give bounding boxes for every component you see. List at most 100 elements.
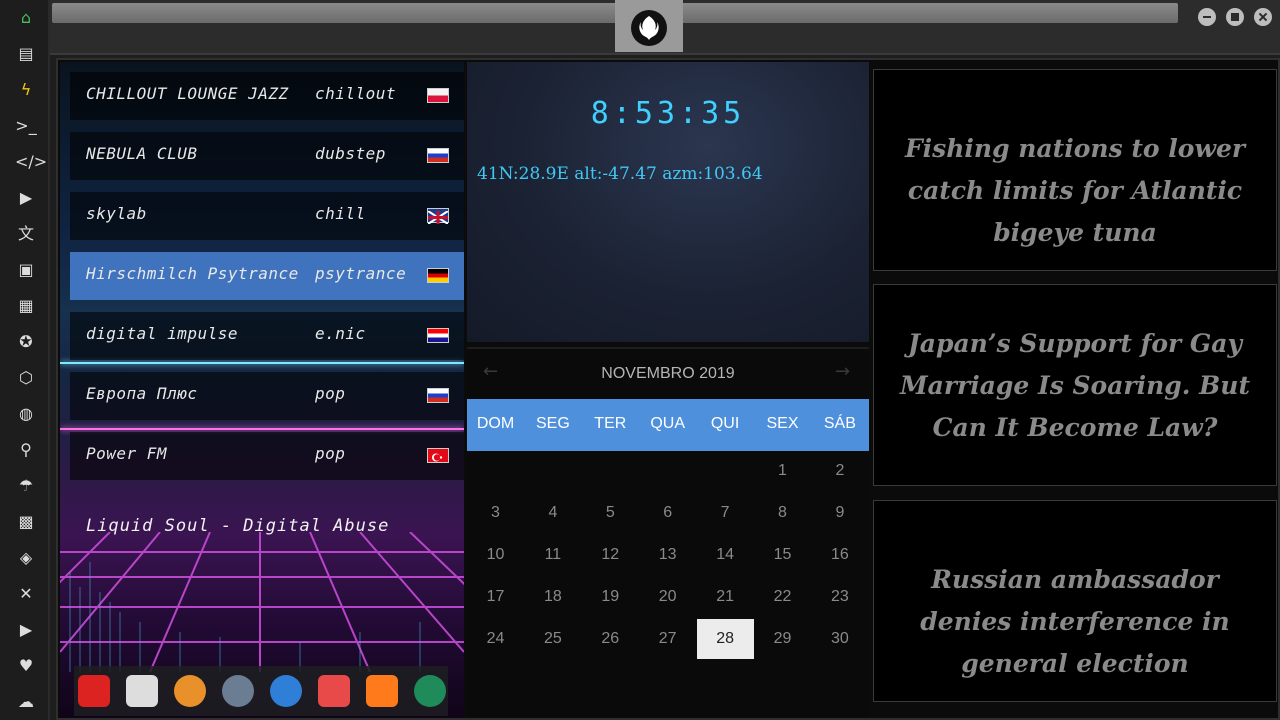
weekday-label: SEX (766, 415, 799, 432)
weekday-label: DOM (476, 415, 515, 432)
calendar-day[interactable]: 4 (524, 493, 581, 533)
code-icon[interactable]: </> (15, 151, 47, 173)
globe-app-icon[interactable] (270, 675, 302, 707)
app-dock (74, 666, 448, 716)
arrow-app-icon[interactable] (366, 675, 398, 707)
station-name: digital impulse (86, 324, 238, 343)
calendar-day[interactable]: 6 (639, 493, 696, 533)
news-icon[interactable]: ▦ (15, 295, 37, 317)
calendar-day[interactable]: 17 (467, 577, 524, 617)
globe-icon[interactable]: ◍ (15, 403, 37, 425)
search-app-icon[interactable] (174, 675, 206, 707)
flag-germany-icon (427, 268, 449, 283)
next-month-button[interactable]: → (835, 361, 850, 382)
calendar-day[interactable]: 28 (696, 619, 754, 659)
station-row[interactable]: Европа Плюс pop (70, 372, 464, 420)
glow-line (60, 428, 464, 430)
news-headline[interactable]: Fishing nations to lower catch limits fo… (884, 128, 1266, 254)
station-genre: e.nic (315, 324, 366, 343)
cloud-icon[interactable]: ☁ (15, 691, 37, 713)
calendar-day[interactable]: 7 (697, 493, 754, 533)
calendar-app-icon[interactable] (318, 675, 350, 707)
minimize-button[interactable] (1198, 8, 1216, 26)
calendar-day[interactable]: 18 (524, 577, 581, 617)
yandex-icon[interactable] (414, 675, 446, 707)
station-name: NEBULA CLUB (86, 144, 198, 163)
search-icon[interactable]: ⚲ (15, 439, 37, 461)
calendar-day[interactable]: 5 (582, 493, 639, 533)
calendar-day[interactable]: 9 (811, 493, 868, 533)
calendar-day[interactable]: 10 (467, 535, 524, 575)
digital-clock: 8:53:35 (590, 96, 746, 131)
station-row[interactable]: Hirschmilch Psytrance psytrance (70, 252, 464, 300)
calendar-day[interactable]: 8 (754, 493, 811, 533)
calendar-day[interactable]: 22 (754, 577, 811, 617)
calendar-day[interactable]: 25 (524, 619, 581, 659)
hexagon-icon[interactable]: ⬡ (15, 367, 37, 389)
news-card[interactable]: Japan’s Support for Gay Marriage Is Soar… (873, 284, 1277, 486)
station-row[interactable]: NEBULA CLUB dubstep (70, 132, 464, 180)
calendar-day[interactable]: 29 (754, 619, 811, 659)
station-row[interactable]: Power FM pop (70, 432, 464, 480)
station-name: Европа Плюс (86, 384, 198, 403)
side-rail: ⌂ ▤ ϟ >_ </> ▶ 文 ▣ ▦ ✪ ⬡ ◍ ⚲ ☂ ▩ ◈ ✕ ▶ ♥ ☁ (0, 0, 50, 720)
station-genre: pop (315, 384, 346, 403)
document-icon[interactable]: ▤ (15, 43, 37, 65)
maximize-button[interactable] (1226, 8, 1244, 26)
close-button[interactable] (1254, 8, 1272, 26)
calendar-day[interactable]: 14 (697, 535, 754, 575)
station-genre: psytrance (315, 264, 407, 283)
calendar-day[interactable]: 15 (754, 535, 811, 575)
contacts-icon[interactable]: ▩ (15, 511, 37, 533)
news-card[interactable]: Russian ambassador denies interference i… (873, 500, 1277, 702)
tag-icon[interactable]: ◈ (15, 547, 37, 569)
station-row[interactable]: CHILLOUT LOUNGE JAZZ chillout (70, 72, 464, 120)
calendar-day[interactable]: 13 (639, 535, 696, 575)
location-readout: 41N:28.9E alt:-47.47 azm:103.64 (477, 164, 763, 184)
umbrella-icon[interactable]: ☂ (15, 475, 37, 497)
anydesk-icon[interactable] (78, 675, 110, 707)
calendar-day[interactable]: 2 (811, 451, 868, 491)
station-genre: chill (315, 204, 366, 223)
youtube-icon[interactable]: ▶ (15, 619, 37, 641)
station-row[interactable]: digital impulse e.nic (70, 312, 464, 360)
news-headline[interactable]: Japan’s Support for Gay Marriage Is Soar… (884, 323, 1266, 449)
terminal-icon[interactable]: >_ (15, 115, 37, 137)
calendar-day[interactable]: 19 (582, 577, 639, 617)
home-icon[interactable]: ⌂ (15, 7, 37, 29)
calendar-day[interactable]: 20 (639, 577, 696, 617)
image-icon[interactable]: ▣ (15, 259, 37, 281)
tools-icon[interactable]: ✕ (15, 583, 37, 605)
calendar-day[interactable]: 12 (582, 535, 639, 575)
play-icon[interactable]: ▶ (15, 187, 37, 209)
calendar-day[interactable]: 26 (582, 619, 639, 659)
rebel-icon[interactable]: ✪ (15, 331, 37, 353)
flag-russia-icon (427, 148, 449, 163)
station-name: skylab (86, 204, 147, 223)
clock-app-icon[interactable] (222, 675, 254, 707)
translate-icon[interactable]: 文 (15, 223, 37, 245)
calendar-day[interactable]: 3 (467, 493, 524, 533)
station-row[interactable]: skylab chill (70, 192, 464, 240)
calendar-day[interactable]: 24 (467, 619, 524, 659)
weekday-label: QUA (650, 415, 686, 432)
bolt-icon[interactable]: ϟ (15, 79, 37, 101)
weekday-label: QUI (710, 415, 740, 432)
calendar-day[interactable]: 11 (524, 535, 581, 575)
calendar-day[interactable]: 16 (811, 535, 868, 575)
month-label: NOVEMBRO 2019 (601, 365, 735, 382)
heart-icon[interactable]: ♥ (15, 655, 37, 677)
calendar-day[interactable]: 21 (697, 577, 754, 617)
calendar-day[interactable]: 27 (639, 619, 696, 659)
newspaper-icon[interactable] (126, 675, 158, 707)
synthwave-grid (60, 532, 464, 672)
news-headline[interactable]: Russian ambassador denies interference i… (884, 559, 1266, 685)
calendar-day[interactable]: 1 (754, 451, 811, 491)
clock-panel: 8:53:35 41N:28.9E alt:-47.47 azm:103.64 (467, 62, 869, 342)
logo-tab[interactable] (615, 0, 683, 52)
calendar-day[interactable]: 30 (811, 619, 868, 659)
now-playing-text: Liquid Soul - Digital Abuse (86, 516, 390, 536)
news-card[interactable]: Fishing nations to lower catch limits fo… (873, 69, 1277, 271)
weekday-header: DOM SEG TER QUA QUI SEX SÁB (467, 399, 869, 451)
calendar-day[interactable]: 23 (811, 577, 868, 617)
